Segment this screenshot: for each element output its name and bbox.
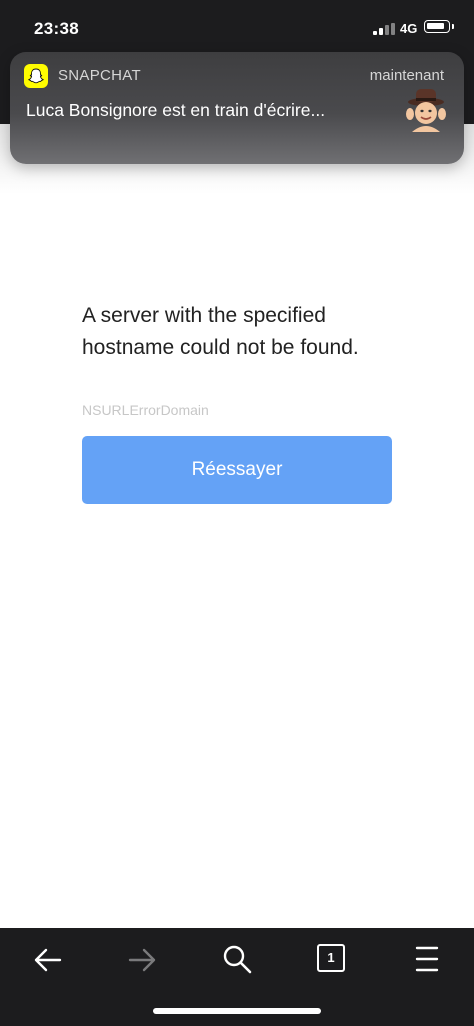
notification-time: maintenant xyxy=(369,67,444,84)
tab-count: 1 xyxy=(317,944,345,972)
notification-app-name: SNAPCHAT xyxy=(58,67,141,84)
notification-message: Luca Bonsignore est en train d'écrire... xyxy=(26,100,326,120)
back-button[interactable] xyxy=(24,940,72,980)
retry-button[interactable]: Réessayer xyxy=(82,436,392,504)
notification-banner[interactable]: SNAPCHAT maintenant Luca Bonsignore est … xyxy=(10,52,464,164)
tabs-button[interactable]: 1 xyxy=(308,940,356,980)
home-indicator[interactable] xyxy=(153,1008,321,1014)
status-bar: 23:38 4G xyxy=(0,0,474,56)
bitmoji-avatar-icon xyxy=(404,86,448,134)
menu-button[interactable] xyxy=(403,940,451,980)
error-message: A server with the specified hostname cou… xyxy=(82,304,359,359)
battery-icon xyxy=(424,20,454,33)
signal-icon xyxy=(373,23,395,35)
forward-button[interactable] xyxy=(118,940,166,980)
search-button[interactable] xyxy=(213,940,261,980)
error-domain: NSURLErrorDomain xyxy=(82,402,209,418)
snapchat-ghost-icon xyxy=(24,64,48,88)
status-time: 23:38 xyxy=(34,19,79,38)
network-type: 4G xyxy=(400,21,418,36)
